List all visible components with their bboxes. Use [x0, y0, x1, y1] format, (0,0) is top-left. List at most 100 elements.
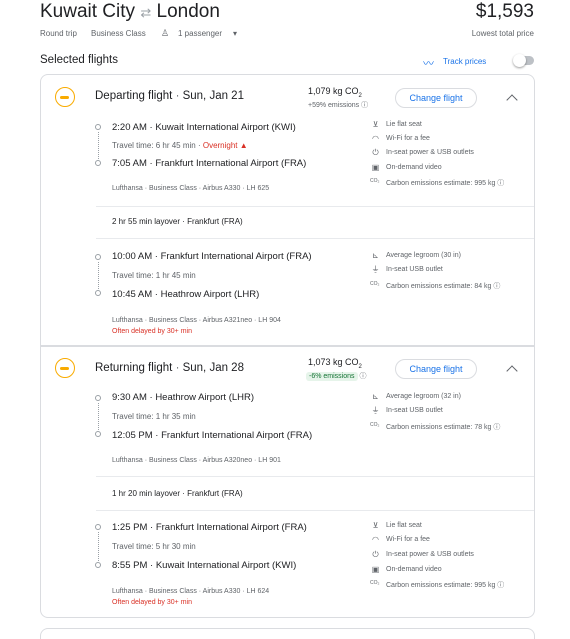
cabin-class-select[interactable]: Business Class — [91, 29, 146, 38]
dep-airport: Kuwait International Airport (KWI) — [155, 122, 296, 133]
co2-icon: CO₂ — [370, 281, 380, 287]
amenity: Average legroom (32 in) — [386, 393, 461, 400]
legroom-icon: ⊾ — [372, 251, 379, 260]
amenity: Average legroom (30 in) — [386, 252, 461, 259]
video-icon: ▣ — [371, 163, 380, 172]
track-prices-label[interactable]: Track prices — [443, 57, 486, 66]
returning-date: Sun, Jan 28 — [182, 362, 244, 374]
travel-time: Travel time: 1 hr 45 min — [112, 271, 196, 280]
timeline-dot — [95, 124, 101, 130]
flight-details: Lufthansa · Business Class · Airbus A321… — [112, 317, 281, 324]
price-note: Lowest total price — [471, 29, 534, 38]
total-price: $1,593 — [475, 1, 534, 22]
video-icon: ▣ — [371, 565, 380, 574]
usb-icon: ⏚ — [371, 406, 380, 415]
legroom-icon: ⊾ — [372, 392, 379, 401]
layover: 2 hr 55 min layover · Frankfurt (FRA) — [112, 217, 243, 226]
amenity: In-seat power & USB outlets — [386, 149, 474, 156]
delay-warning: Often delayed by 30+ min — [112, 328, 192, 335]
timeline-dot — [95, 290, 101, 296]
departing-card — [40, 74, 535, 346]
timeline-line — [98, 262, 99, 289]
dep-airport: Frankfurt International Airport (FRA) — [155, 522, 307, 533]
power-icon: ⏻ — [372, 148, 379, 157]
seat-icon: ⊻ — [372, 120, 379, 129]
info-icon[interactable]: ⓘ — [497, 180, 504, 187]
divider — [96, 238, 534, 239]
flight-details: Lufthansa · Business Class · Airbus A320… — [112, 457, 281, 464]
wifi-icon: ◠ — [372, 134, 379, 143]
swap-arrows-icon[interactable]: ⇄ — [140, 5, 151, 20]
trip-type-select[interactable]: Round trip — [40, 29, 77, 38]
returning-co2: 1,073 kg CO2 — [308, 357, 362, 370]
travel-time: Travel time: 6 hr 45 min — [112, 141, 196, 150]
info-icon[interactable]: ⓘ — [359, 373, 366, 380]
departing-emissions: +59% emissions — [308, 102, 360, 109]
returning-heading: Returning flight — [95, 362, 173, 374]
amenity: In-seat USB outlet — [386, 266, 443, 273]
arr-time: 10:45 AM — [112, 289, 153, 300]
timeline-line — [98, 403, 99, 430]
trend-icon[interactable]: 〰 — [423, 55, 434, 71]
passenger-select[interactable]: 1 passenger — [178, 29, 222, 38]
amenity: Wi-Fi for a fee — [386, 135, 430, 142]
info-icon[interactable]: ⓘ — [493, 283, 500, 290]
destination-city[interactable]: London — [157, 1, 220, 22]
arr-airport: Frankfurt International Airport (FRA) — [161, 430, 313, 441]
co2-icon: CO₂ — [370, 178, 380, 184]
amenity: Lie flat seat — [386, 522, 422, 529]
next-card — [40, 628, 535, 639]
track-prices-toggle[interactable] — [513, 54, 534, 67]
divider — [96, 510, 534, 511]
info-icon[interactable]: ⓘ — [361, 102, 368, 109]
arr-airport: Heathrow Airport (LHR) — [160, 289, 260, 300]
timeline-dot — [95, 524, 101, 530]
travel-time: Travel time: 5 hr 30 min — [112, 542, 196, 551]
amenity: In-seat USB outlet — [386, 407, 443, 414]
amenity: Carbon emissions estimate: 995 kg — [386, 180, 496, 187]
returning-change-flight-button[interactable]: Change flight — [395, 359, 477, 379]
seat-icon: ⊻ — [372, 521, 379, 530]
overnight-label: Overnight — [202, 141, 238, 150]
timeline-dot — [95, 160, 101, 166]
co2-icon: CO₂ — [370, 580, 380, 586]
co2-icon: CO₂ — [370, 422, 380, 428]
dep-time: 9:30 AM — [112, 392, 147, 403]
layover: 1 hr 20 min layover · Frankfurt (FRA) — [112, 489, 243, 498]
departing-date: Sun, Jan 21 — [182, 90, 244, 102]
power-icon: ⏻ — [372, 550, 379, 559]
dep-airport: Heathrow Airport (LHR) — [155, 392, 255, 403]
timeline-line — [98, 132, 99, 159]
info-icon[interactable]: ⓘ — [497, 582, 504, 589]
arr-time: 7:05 AM — [112, 158, 147, 169]
delay-warning: Often delayed by 30+ min — [112, 599, 192, 606]
warning-icon: ▲ — [239, 141, 248, 150]
wifi-icon: ◠ — [372, 535, 379, 544]
returning-emissions: -6% emissions — [306, 372, 358, 381]
amenity: Carbon emissions estimate: 84 kg — [386, 283, 492, 290]
chevron-down-icon[interactable]: ▾ — [233, 29, 237, 38]
departing-change-flight-button[interactable]: Change flight — [395, 88, 477, 108]
dep-airport: Frankfurt International Airport (FRA) — [160, 251, 312, 262]
departing-heading: Departing flight — [95, 90, 173, 102]
lufthansa-logo — [55, 358, 75, 378]
flight-details: Lufthansa · Business Class · Airbus A330… — [112, 588, 270, 595]
amenity: Carbon emissions estimate: 78 kg — [386, 424, 492, 431]
timeline-dot — [95, 254, 101, 260]
info-icon[interactable]: ⓘ — [493, 424, 500, 431]
origin-city[interactable]: Kuwait City — [40, 1, 135, 22]
timeline-line — [98, 532, 99, 561]
arr-airport: Frankfurt International Airport (FRA) — [155, 158, 307, 169]
returning-card — [40, 346, 535, 618]
section-title: Selected flights — [40, 54, 118, 66]
amenity: On-demand video — [386, 164, 442, 171]
usb-icon: ⏚ — [371, 265, 380, 274]
timeline-dot — [95, 431, 101, 437]
amenity: In-seat power & USB outlets — [386, 551, 474, 558]
dep-time: 1:25 PM — [112, 522, 148, 533]
amenity: Carbon emissions estimate: 995 kg — [386, 582, 496, 589]
travel-time: Travel time: 1 hr 35 min — [112, 412, 196, 421]
amenity: Lie flat seat — [386, 121, 422, 128]
flight-details: Lufthansa · Business Class · Airbus A330… — [112, 185, 270, 192]
divider — [96, 206, 534, 207]
